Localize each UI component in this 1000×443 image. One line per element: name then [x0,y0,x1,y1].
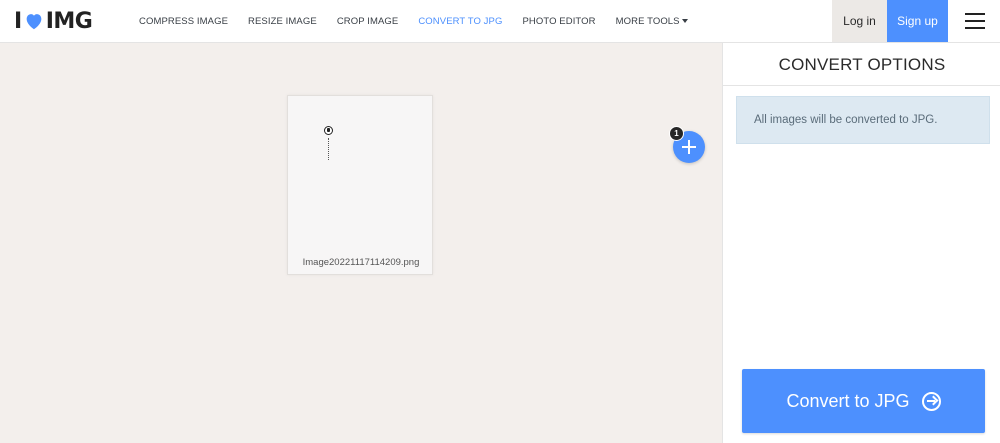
heart-logo-icon [26,14,42,30]
nav-crop-image[interactable]: CROP IMAGE [337,16,399,27]
caret-down-icon [681,19,688,23]
options-sidebar: CONVERT OPTIONS All images will be conve… [722,43,1000,443]
file-thumbnail-detail [328,138,329,160]
nav-photo-editor[interactable]: PHOTO EDITOR [522,16,595,27]
arrow-right-circle-icon [921,391,941,411]
info-message: All images will be converted to JPG. [736,96,990,144]
nav-more-tools-label: MORE TOOLS [615,16,680,27]
logo[interactable]: I IMG [14,7,93,35]
file-count-badge: 1 [669,126,684,141]
login-button[interactable]: Log in [832,0,887,42]
logo-text-right: IMG [45,8,93,34]
nav-resize-image[interactable]: RESIZE IMAGE [248,16,317,27]
convert-button-label: Convert to JPG [786,390,910,411]
logo-text-left: I [14,8,22,34]
file-name: Image20221117114209.png [302,257,420,268]
sidebar-title: CONVERT OPTIONS [723,43,1000,86]
convert-button[interactable]: Convert to JPG [742,369,985,433]
signup-button[interactable]: Sign up [887,0,948,42]
nav-more-tools[interactable]: MORE TOOLS [616,16,688,27]
nav-convert-to-jpg[interactable]: CONVERT TO JPG [418,16,502,27]
upload-workspace: Image20221117114209.png 1 [0,43,722,443]
hamburger-menu-icon[interactable] [965,13,985,29]
file-card[interactable]: Image20221117114209.png [287,95,433,275]
main-nav: COMPRESS IMAGE RESIZE IMAGE CROP IMAGE C… [139,0,708,43]
file-thumbnail [324,126,333,135]
top-navigation-bar: I IMG COMPRESS IMAGE RESIZE IMAGE CROP I… [0,0,1000,43]
nav-compress-image[interactable]: COMPRESS IMAGE [139,16,228,27]
